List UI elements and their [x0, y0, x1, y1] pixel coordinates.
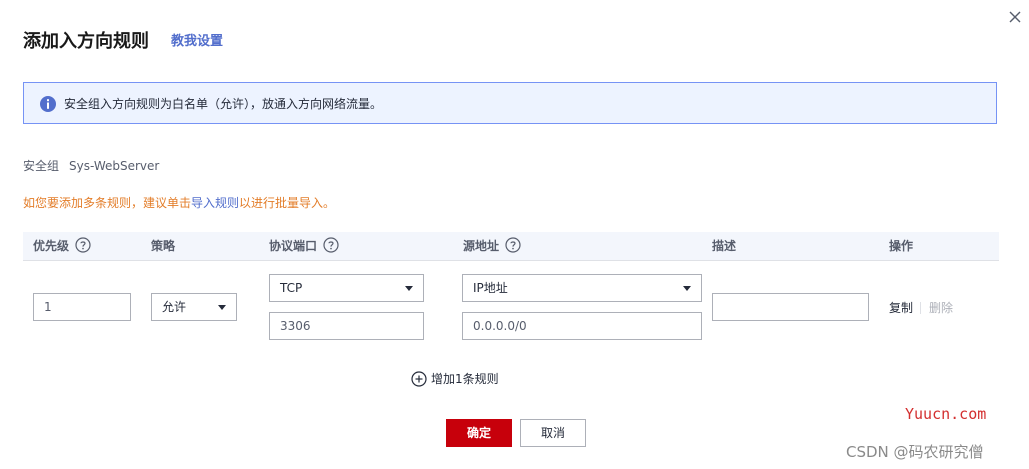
security-group-label: 安全组 — [23, 159, 60, 173]
plus-circle-icon — [411, 370, 427, 387]
confirm-button[interactable]: 确定 — [446, 419, 512, 447]
help-icon[interactable] — [505, 237, 521, 253]
info-banner-text: 安全组入方向规则为白名单（允许），放通入方向网络流量。 — [64, 97, 383, 111]
add-rule-label: 增加1条规则 — [431, 372, 499, 386]
caret-down-icon — [218, 305, 226, 310]
policy-select[interactable]: 允许 — [151, 293, 237, 321]
description-input[interactable] — [712, 293, 869, 321]
import-rules-link[interactable]: 导入规则 — [191, 196, 239, 210]
cancel-button[interactable]: 取消 — [520, 419, 586, 447]
info-banner: 安全组入方向规则为白名单（允许），放通入方向网络流量。 — [23, 82, 997, 124]
header-actions: 操作 — [889, 239, 914, 253]
header-description: 描述 — [712, 239, 737, 253]
header-policy: 策略 — [151, 239, 176, 253]
source-type-select[interactable]: IP地址 — [462, 274, 702, 302]
header-priority-label: 优先级 — [33, 239, 70, 253]
header-priority: 优先级 — [33, 232, 91, 260]
dialog-title: 添加入方向规则 — [23, 31, 149, 52]
copy-rule-link[interactable]: 复制 — [889, 300, 913, 316]
port-input[interactable]: 3306 — [269, 312, 424, 340]
action-divider — [920, 302, 921, 314]
source-address-input[interactable]: 0.0.0.0/0 — [462, 312, 702, 340]
header-protocol-port: 协议端口 — [269, 232, 339, 260]
close-icon[interactable] — [1008, 10, 1022, 24]
protocol-select[interactable]: TCP — [269, 274, 424, 302]
csdn-watermark: CSDN @码农研究僧 — [846, 443, 984, 461]
info-icon — [40, 96, 56, 112]
priority-input[interactable]: 1 — [33, 293, 131, 321]
help-icon[interactable] — [75, 237, 91, 253]
source-type-select-value: IP地址 — [473, 281, 508, 295]
import-hint-after: 以进行批量导入。 — [239, 196, 336, 210]
protocol-select-value: TCP — [280, 281, 303, 295]
caret-down-icon — [683, 286, 691, 291]
caret-down-icon — [405, 286, 413, 291]
site-watermark: Yuucn.com — [905, 405, 987, 423]
policy-select-value: 允许 — [162, 300, 187, 314]
header-source-label: 源地址 — [463, 239, 500, 253]
header-source: 源地址 — [463, 232, 521, 260]
add-rule-button[interactable]: 增加1条规则 — [411, 370, 499, 390]
help-icon[interactable] — [323, 237, 339, 253]
rules-table-header: 优先级 策略 协议端口 源地址 描述 操作 — [23, 232, 999, 261]
delete-rule-link[interactable]: 删除 — [929, 300, 953, 316]
guide-link[interactable]: 教我设置 — [171, 33, 223, 51]
import-hint-before: 如您要添加多条规则，建议单击 — [23, 196, 192, 210]
import-hint: 如您要添加多条规则，建议单击导入规则以进行批量导入。 — [23, 195, 335, 211]
security-group-value: Sys-WebServer — [69, 159, 160, 173]
header-protocol-port-label: 协议端口 — [269, 239, 318, 253]
